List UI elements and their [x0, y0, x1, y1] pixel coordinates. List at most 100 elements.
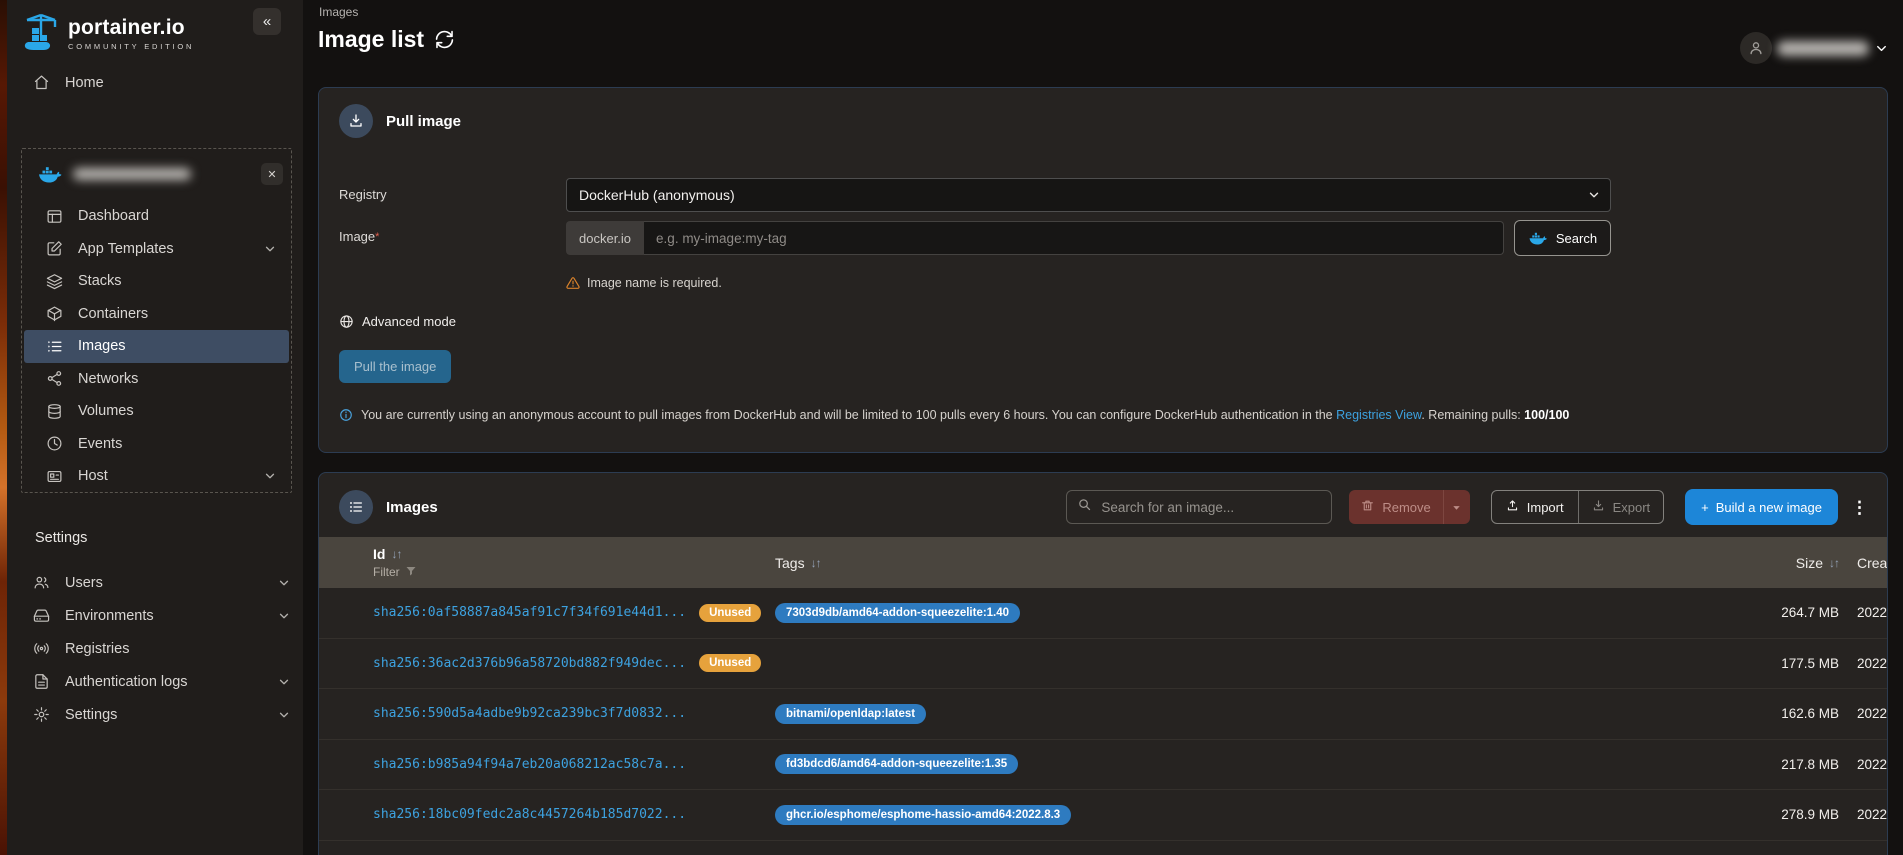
column-header-tags[interactable]: Tags ↓↑ — [775, 555, 1727, 571]
desktop-wallpaper-strip — [0, 0, 7, 855]
column-header-created[interactable]: Created — [1857, 555, 1887, 571]
warning-triangle-icon — [566, 276, 580, 290]
image-search-box — [1066, 490, 1333, 524]
sidebar-item-home[interactable]: Home — [7, 66, 303, 99]
image-input-group: docker.io — [566, 221, 1504, 255]
registries-view-link[interactable]: Registries View — [1336, 408, 1421, 422]
dashboard-icon — [46, 208, 63, 225]
sidebar-item-images[interactable]: Images — [24, 330, 289, 363]
sidebar-item-label: Users — [65, 574, 103, 591]
sidebar-item-users[interactable]: Users — [7, 566, 303, 599]
chevron-down-icon — [263, 469, 277, 483]
sort-arrows-icon: ↓↑ — [1829, 555, 1840, 570]
sidebar-item-volumes[interactable]: Volumes — [24, 395, 289, 428]
image-id-link[interactable]: sha256:590d5a4adbe9b92ca239bc3f7d0832... — [373, 706, 686, 721]
remove-button[interactable]: Remove — [1349, 490, 1442, 524]
sidebar-item-label: Containers — [78, 305, 149, 322]
info-text: You are currently using an anonymous acc… — [361, 408, 1569, 422]
download-icon — [339, 104, 373, 138]
info-text-after: . Remaining pulls: — [1421, 408, 1525, 422]
sidebar-item-environments[interactable]: Environments — [7, 599, 303, 632]
images-panel-header: Images Search for an image... Remove Imp… — [319, 473, 1887, 525]
sidebar-item-host[interactable]: Host — [24, 460, 289, 493]
refresh-icon[interactable] — [435, 30, 454, 49]
image-size: 177.5 MB — [1781, 655, 1839, 671]
image-size: 264.7 MB — [1781, 605, 1839, 621]
info-icon — [339, 408, 353, 422]
image-tag-badge[interactable]: 7303d9db/amd64-addon-squeezelite:1.40 — [775, 602, 1021, 623]
search-image-button[interactable]: Search — [1514, 220, 1611, 256]
sidebar-item-stacks[interactable]: Stacks — [24, 265, 289, 298]
image-size: 162.6 MB — [1781, 706, 1839, 722]
image-id-link[interactable]: sha256:b985a94f94a7eb20a068212ac58c7a... — [373, 757, 686, 772]
image-form-row: Image* docker.io Search — [319, 220, 1887, 256]
image-tag-badge[interactable]: bitnami/openldap:latest — [775, 703, 927, 724]
build-new-image-button[interactable]: + Build a new image — [1685, 489, 1838, 525]
image-size: 217.8 MB — [1781, 756, 1839, 772]
image-tag-badge[interactable]: ghcr.io/esphome/esphome-hassio-amd64:202… — [775, 804, 1072, 825]
sidebar-collapse-button[interactable]: « — [253, 8, 281, 35]
advanced-mode-toggle[interactable]: Advanced mode — [339, 314, 456, 329]
user-menu[interactable] — [1740, 32, 1889, 64]
search-icon — [1077, 497, 1092, 517]
sidebar-item-networks[interactable]: Networks — [24, 363, 289, 396]
sidebar-item-label: Dashboard — [78, 208, 149, 225]
settings-section-heading: Settings — [35, 530, 88, 546]
import-button[interactable]: Import — [1492, 491, 1579, 523]
size-column-label: Size — [1795, 554, 1823, 571]
created-column-label: Created — [1857, 554, 1888, 571]
image-id-link[interactable]: sha256:36ac2d376b96a58720bd882f949dec... — [373, 656, 686, 671]
registry-select[interactable]: DockerHub (anonymous) — [566, 178, 1611, 212]
export-button-label: Export — [1612, 499, 1651, 515]
sidebar-item-label: Environments — [65, 607, 154, 624]
image-size: 278.9 MB — [1781, 807, 1839, 823]
image-id-link[interactable]: sha256:18bc09fedc2a8c4457264b185d7022... — [373, 807, 686, 822]
image-name-input[interactable] — [644, 221, 1504, 255]
sidebar-item-authentication-logs[interactable]: Authentication logs — [7, 665, 303, 698]
sidebar-item-label: App Templates — [78, 240, 174, 257]
image-tag-badge[interactable]: fd3bdcd6/amd64-addon-squeezelite:1.35 — [775, 754, 1019, 775]
sidebar-item-dashboard[interactable]: Dashboard — [24, 200, 289, 233]
table-row: sha256:0af58887a845af91c7f34f691e44d1...… — [319, 588, 1887, 639]
plus-icon: + — [1701, 499, 1709, 515]
sidebar-item-label: Events — [78, 435, 123, 452]
environment-name-redacted — [73, 168, 191, 180]
import-button-label: Import — [1526, 499, 1564, 515]
sidebar-item-registries[interactable]: Registries — [7, 632, 303, 665]
sidebar-item-app-templates[interactable]: App Templates — [24, 233, 289, 266]
trash-icon — [1361, 499, 1374, 515]
registry-select-value: DockerHub (anonymous) — [579, 187, 735, 203]
build-button-label: Build a new image — [1715, 499, 1822, 515]
images-icon — [46, 338, 63, 355]
sidebar-item-label: Host — [78, 468, 108, 485]
export-button[interactable]: Export — [1579, 491, 1664, 523]
pull-image-panel: Pull image Registry DockerHub (anonymous… — [318, 87, 1888, 453]
logo-subtitle: COMMUNITY EDITION — [68, 42, 195, 51]
more-options-kebab-icon[interactable]: ⋮ — [1851, 499, 1868, 516]
host-icon — [46, 468, 63, 485]
table-header-row: Id ↓↑ Filter Tags ↓↑ Size ↓↑ Crea — [319, 537, 1887, 588]
pull-image-panel-header: Pull image — [319, 88, 1887, 138]
table-row: sha256:18bc09fedc2a8c4457264b185d7022...… — [319, 790, 1887, 841]
column-header-id[interactable]: Id ↓↑ — [373, 546, 775, 562]
sidebar-item-containers[interactable]: Containers — [24, 298, 289, 331]
image-search-input[interactable] — [1101, 499, 1322, 515]
search-button-label: Search — [1555, 230, 1598, 246]
image-id-link[interactable]: sha256:0af58887a845af91c7f34f691e44d1... — [373, 605, 686, 620]
anonymous-pull-info: You are currently using an anonymous acc… — [339, 408, 1887, 422]
pull-the-image-button[interactable]: Pull the image — [339, 350, 452, 383]
table-row: sha256:b985a94f94a7eb20a068212ac58c7a...… — [319, 740, 1887, 790]
filter-control[interactable]: Filter — [373, 565, 775, 580]
remove-dropdown-caret[interactable] — [1442, 490, 1470, 524]
registry-form-row: Registry DockerHub (anonymous) — [319, 178, 1887, 212]
table-row: sha256:590d5a4adbe9b92ca239bc3f7d0832...… — [319, 689, 1887, 740]
sidebar-item-label: Settings — [65, 706, 118, 723]
breadcrumb[interactable]: Images — [319, 5, 358, 19]
sidebar-item-label: Networks — [78, 370, 139, 387]
sidebar-item-settings[interactable]: Settings — [7, 698, 303, 731]
column-header-size[interactable]: Size ↓↑ — [1727, 555, 1857, 571]
image-created: 2022- — [1857, 706, 1888, 722]
environment-close-button[interactable]: ✕ — [261, 163, 283, 185]
table-body: sha256:0af58887a845af91c7f34f691e44d1...… — [319, 588, 1887, 841]
sidebar-item-events[interactable]: Events — [24, 428, 289, 461]
